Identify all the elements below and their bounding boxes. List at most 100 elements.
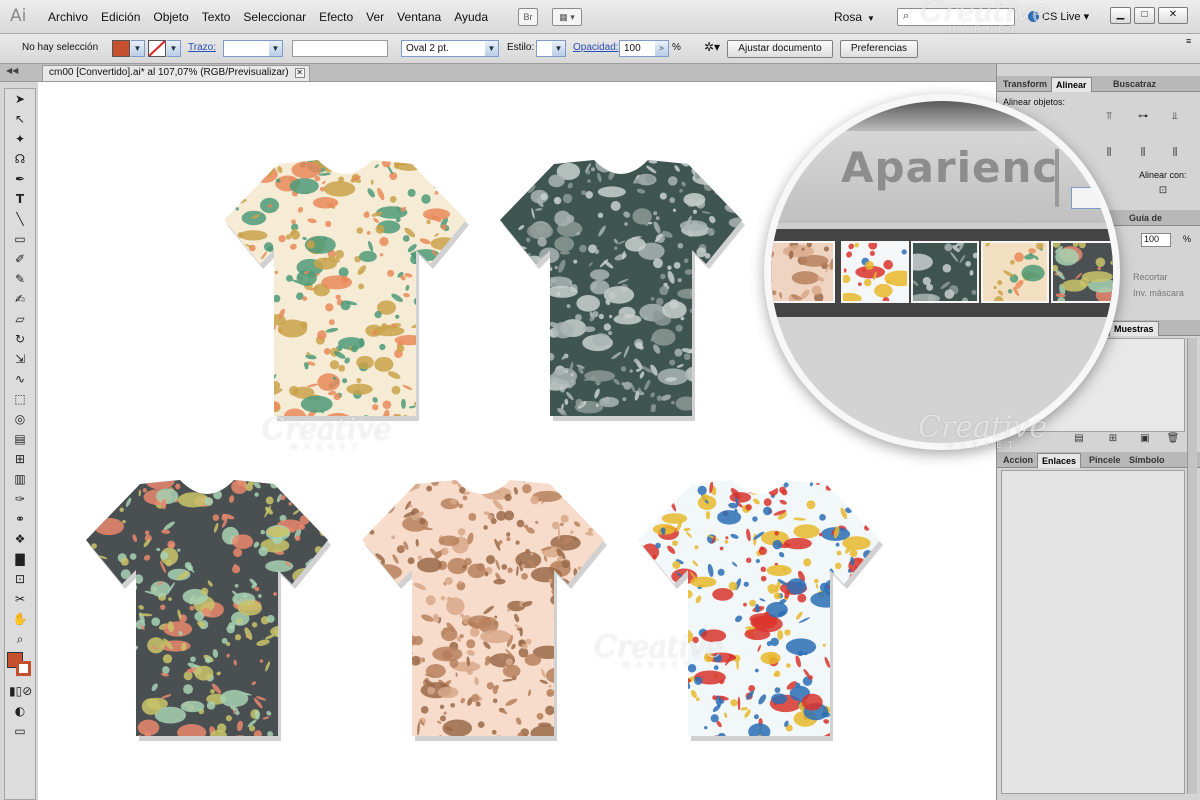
menu-edicion[interactable]: Edición xyxy=(101,10,148,24)
tab-links[interactable]: Enlaces xyxy=(1037,453,1082,468)
menu-seleccionar[interactable]: Seleccionar xyxy=(243,10,314,24)
menu-ventana[interactable]: Ventana xyxy=(397,10,449,24)
direct-selection-tool-icon[interactable]: ↖ xyxy=(9,110,31,128)
magic-wand-tool-icon[interactable]: ✦ xyxy=(9,130,31,148)
variable-width-field[interactable] xyxy=(292,40,388,57)
menu-objeto[interactable]: Objeto xyxy=(153,10,196,24)
scale-tool-icon[interactable]: ⇲ xyxy=(9,350,31,368)
stroke-color-swatch[interactable] xyxy=(16,661,31,676)
fit-document-button[interactable]: Ajustar documento xyxy=(727,40,833,58)
bridge-button[interactable]: Br xyxy=(518,8,538,26)
chevron-down-icon: ▼ xyxy=(167,41,180,56)
tab-symbols[interactable]: Símbolo xyxy=(1125,453,1169,468)
opacity-field[interactable]: 100 xyxy=(1141,233,1171,247)
close-button[interactable]: ✕ xyxy=(1158,7,1188,24)
clip-label[interactable]: Recortar xyxy=(1133,272,1168,282)
tab-swatches[interactable]: Muestras xyxy=(1109,321,1159,336)
tools-panel: ➤ ↖ ✦ ☊ ✒ T ╲ ▭ ✐ ✎ ✍ ▱ ↻ ⇲ ∿ ⬚ ◎ ▤ ⊞ ▥ … xyxy=(4,88,36,800)
maximize-button[interactable]: □ xyxy=(1134,7,1155,24)
align-vertical-center-icon[interactable]: ⊶ xyxy=(1135,110,1151,124)
tab-brushes[interactable]: Pincele xyxy=(1085,453,1125,468)
fill-dropdown[interactable]: ▼ xyxy=(131,40,145,57)
brush-value: Oval 2 pt. xyxy=(406,43,449,54)
shape-builder-tool-icon[interactable]: ◎ xyxy=(9,410,31,428)
blend-tool-icon[interactable]: ⚭ xyxy=(9,510,31,528)
opacity-label[interactable]: Opacidad: xyxy=(573,42,619,53)
control-bar-menu-icon[interactable]: ≡ xyxy=(1186,36,1191,46)
document-tab[interactable]: cm00 [Convertido].ai* al 107,07% (RGB/Pr… xyxy=(42,65,310,81)
artboard-tool-icon[interactable]: ⊡ xyxy=(9,570,31,588)
mag-swatch-white xyxy=(841,241,909,303)
minimize-button[interactable]: ▁ xyxy=(1110,7,1131,24)
screen-mode-icon[interactable]: ▭ xyxy=(9,722,31,740)
menu-efecto[interactable]: Efecto xyxy=(319,10,361,24)
delete-swatch-icon[interactable]: 🗑 xyxy=(1165,432,1181,446)
magnified-swatch-strip xyxy=(771,229,1113,317)
tab-pathfinder[interactable]: Buscatraz xyxy=(1109,77,1160,92)
gradient-tool-icon[interactable]: ▥ xyxy=(9,470,31,488)
type-tool-icon[interactable]: T xyxy=(9,190,31,208)
color-mode-icon[interactable]: ▮▯⊘ xyxy=(9,682,32,700)
menu-texto[interactable]: Texto xyxy=(202,10,239,24)
brush-definition-select[interactable]: Oval 2 pt. ▼ xyxy=(401,40,499,57)
cs-live-menu[interactable]: CS Live ▾ xyxy=(1028,10,1089,23)
distribute-center-icon[interactable]: ⫼ xyxy=(1135,146,1151,160)
rectangle-tool-icon[interactable]: ▭ xyxy=(9,230,31,248)
tab-align[interactable]: Alinear xyxy=(1051,77,1092,92)
free-transform-tool-icon[interactable]: ⬚ xyxy=(9,390,31,408)
eyedropper-tool-icon[interactable]: ✑ xyxy=(9,490,31,508)
tshirt-cream[interactable] xyxy=(220,154,470,424)
close-icon[interactable]: ✕ xyxy=(294,68,305,78)
stroke-weight-field[interactable]: ▼ xyxy=(223,40,283,57)
tab-actions[interactable]: Accion xyxy=(999,453,1037,468)
align-to-icon[interactable]: ⊡ xyxy=(1155,184,1171,198)
menu-archivo[interactable]: Archivo xyxy=(48,10,96,24)
menu-ver[interactable]: Ver xyxy=(366,10,392,24)
rotate-tool-icon[interactable]: ↻ xyxy=(9,330,31,348)
lasso-tool-icon[interactable]: ☊ xyxy=(9,150,31,168)
warp-tool-icon[interactable]: ∿ xyxy=(9,370,31,388)
mesh-tool-icon[interactable]: ⊞ xyxy=(9,450,31,468)
eraser-tool-icon[interactable]: ▱ xyxy=(9,310,31,328)
tshirt-dark-gray[interactable] xyxy=(82,474,332,744)
search-input[interactable]: ⌕ xyxy=(897,8,1015,26)
preferences-button[interactable]: Preferencias xyxy=(840,40,918,58)
selection-tool-icon[interactable]: ➤ xyxy=(9,90,31,108)
chevron-down-icon: ▼ xyxy=(552,41,565,56)
opacity-input[interactable]: 100 > xyxy=(619,40,669,57)
tshirt-slate-gray[interactable] xyxy=(496,154,746,424)
drawing-mode-icon[interactable]: ◐ xyxy=(9,702,31,720)
distribute-right-icon[interactable]: ⫼ xyxy=(1167,146,1183,160)
zoom-tool-icon[interactable]: ⌕ xyxy=(9,630,31,648)
recolor-icon[interactable]: ✲▾ xyxy=(704,40,720,54)
workspace-switcher[interactable]: Rosa ▼ xyxy=(834,10,875,24)
blob-brush-tool-icon[interactable]: ✍ xyxy=(9,290,31,308)
symbol-sprayer-tool-icon[interactable]: ❖ xyxy=(9,530,31,548)
tab-guide[interactable]: Guía de xyxy=(1125,211,1166,226)
tab-transform[interactable]: Transform xyxy=(999,77,1051,92)
new-color-group-icon[interactable]: ▣ xyxy=(1137,432,1153,446)
pencil-tool-icon[interactable]: ✎ xyxy=(9,270,31,288)
line-tool-icon[interactable]: ╲ xyxy=(9,210,31,228)
paintbrush-tool-icon[interactable]: ✐ xyxy=(9,250,31,268)
menu-ayuda[interactable]: Ayuda xyxy=(454,10,496,24)
graph-tool-icon[interactable]: ▇ xyxy=(9,550,31,568)
stroke-label[interactable]: Trazo: xyxy=(188,42,216,53)
tshirt-peach[interactable] xyxy=(358,474,608,744)
style-select[interactable]: ▼ xyxy=(536,40,566,57)
stroke-swatch[interactable] xyxy=(148,40,166,57)
stroke-dropdown[interactable]: ▼ xyxy=(167,40,181,57)
arrange-documents-button[interactable]: ▦ ▾ xyxy=(552,8,582,26)
align-bottom-icon[interactable]: ⫫ xyxy=(1167,110,1183,124)
fill-stroke-indicator[interactable] xyxy=(7,652,33,678)
tools-collapse-strip[interactable]: ◀◀ xyxy=(0,64,38,82)
perspective-grid-tool-icon[interactable]: ▤ xyxy=(9,430,31,448)
panel-scrollbar[interactable] xyxy=(1187,338,1197,794)
links-list[interactable] xyxy=(1001,470,1185,794)
tshirt-white[interactable] xyxy=(634,474,884,744)
slice-tool-icon[interactable]: ✂ xyxy=(9,590,31,608)
pen-tool-icon[interactable]: ✒ xyxy=(9,170,31,188)
fill-swatch[interactable] xyxy=(112,40,130,57)
hand-tool-icon[interactable]: ✋ xyxy=(9,610,31,628)
invert-mask-label[interactable]: Inv. máscara xyxy=(1133,288,1184,298)
